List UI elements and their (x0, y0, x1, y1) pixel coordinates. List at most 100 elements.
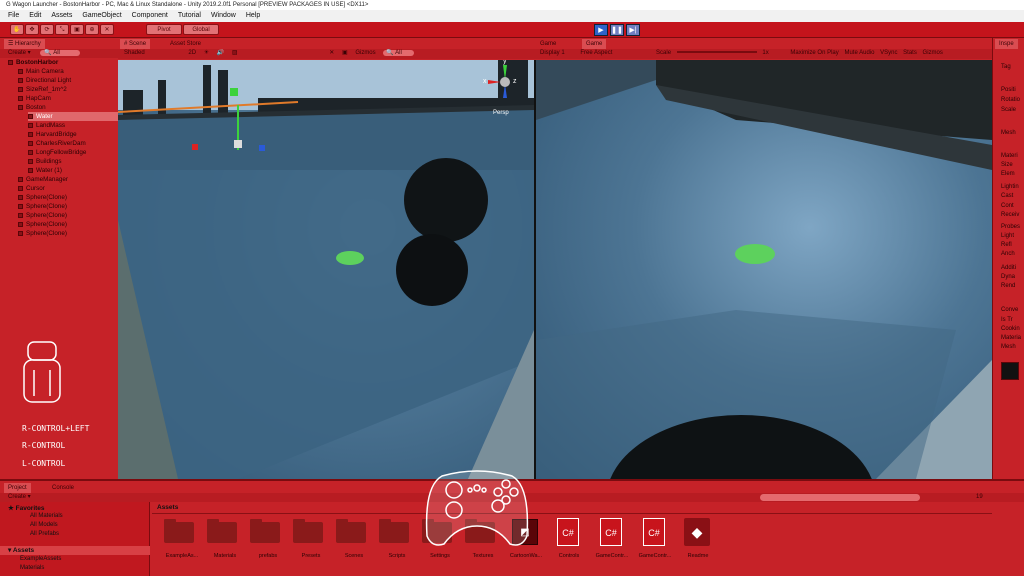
hierarchy-item[interactable]: Water (28, 112, 118, 121)
tools-icon[interactable]: ✕ (329, 50, 334, 56)
hierarchy-item[interactable]: Sphere(Clone) (18, 193, 67, 202)
aspect-dropdown[interactable]: Free Aspect (580, 50, 612, 56)
favorites-heading[interactable]: ★ Favorites (8, 504, 45, 512)
tab-inspector[interactable]: Inspe (995, 39, 1018, 49)
hierarchy-item[interactable]: LongFellowBridge (28, 148, 86, 157)
scene-target-marker[interactable] (336, 251, 364, 265)
persp-label[interactable]: Persp (493, 110, 509, 116)
hierarchy-item[interactable]: LandMass (28, 121, 65, 130)
sphere-object-lower[interactable] (396, 234, 468, 306)
rotate-tool-icon[interactable]: ⟳ (40, 24, 54, 35)
tab-game[interactable]: Game (582, 39, 607, 49)
hierarchy-item[interactable]: Buildings (28, 157, 62, 166)
effects-icon[interactable]: ▨ (232, 50, 238, 56)
hierarchy-item[interactable]: Sphere(Clone) (18, 229, 67, 238)
camera-icon[interactable]: ▣ (342, 50, 348, 56)
gizmo-z-handle[interactable] (259, 145, 265, 151)
asset-item[interactable]: Presets (291, 517, 331, 562)
asset-item[interactable]: C# GameContr... (592, 517, 632, 562)
hierarchy-create-button[interactable]: Create (8, 50, 26, 56)
hierarchy-item[interactable]: Water (1) (28, 166, 62, 175)
tree-example-assets[interactable]: ExampleAssets (20, 556, 61, 562)
gizmo-y-handle[interactable] (230, 88, 238, 96)
hierarchy-item[interactable]: BostonHarbor (8, 58, 58, 67)
custom-tool-icon[interactable]: ✕ (100, 24, 114, 35)
step-button[interactable]: ▶| (626, 24, 640, 36)
asset-item[interactable]: Materials (205, 517, 245, 562)
hierarchy-item[interactable]: HapCam (18, 94, 51, 103)
hierarchy-item[interactable]: GameManager (18, 175, 68, 184)
tab-asset-store[interactable]: Asset Store (166, 39, 205, 49)
asset-item[interactable]: C# Controls (549, 517, 589, 562)
asset-item[interactable]: Scripts (377, 517, 417, 562)
sphere-object-upper[interactable] (404, 158, 488, 242)
scene-orientation-gizmo[interactable]: y x z Persp (483, 60, 533, 118)
asset-item[interactable]: ExampleAs... (162, 517, 202, 562)
tree-materials[interactable]: Materials (20, 565, 44, 571)
hierarchy-item[interactable]: Sphere(Clone) (18, 220, 67, 229)
display-dropdown[interactable]: Display 1 (540, 50, 565, 56)
project-search-input[interactable] (760, 494, 920, 501)
menu-help[interactable]: Help (246, 10, 260, 22)
asset-item[interactable]: ◆ Readme (678, 517, 718, 562)
asset-item[interactable]: C# GameContr... (635, 517, 675, 562)
game-viewport[interactable] (536, 60, 992, 479)
rect-tool-icon[interactable]: ▣ (70, 24, 84, 35)
shading-dropdown[interactable]: Shaded (124, 50, 145, 56)
hierarchy-item[interactable]: CharlesRiverDam (28, 139, 86, 148)
project-create-button[interactable]: Create (8, 494, 26, 500)
fav-all-materials[interactable]: All Materials (30, 513, 63, 519)
asset-item[interactable]: Scenes (334, 517, 374, 562)
tab-project[interactable]: Project (4, 483, 31, 493)
tab-hierarchy[interactable]: ☰ Hierarchy (4, 39, 45, 49)
hierarchy-item[interactable]: Sphere(Clone) (18, 211, 67, 220)
material-preview[interactable] (1001, 362, 1019, 380)
tab-console[interactable]: Console (48, 483, 78, 493)
pivot-toggle[interactable]: Pivot (146, 24, 182, 35)
audio-icon[interactable]: 🔊 (217, 50, 224, 56)
fav-all-prefabs[interactable]: All Prefabs (30, 531, 59, 537)
transform-tool-icon[interactable]: ⊕ (85, 24, 99, 35)
hierarchy-item[interactable]: Boston (18, 103, 46, 112)
hierarchy-search-input[interactable]: 🔍 All (40, 50, 80, 56)
fav-all-models[interactable]: All Models (30, 522, 58, 528)
menu-window[interactable]: Window (211, 10, 236, 22)
scene-search-input[interactable]: 🔍 All (383, 50, 414, 56)
scene-gizmos-dropdown[interactable]: Gizmos (355, 50, 375, 56)
scale-slider[interactable] (676, 51, 757, 54)
maximize-on-play-toggle[interactable]: Maximize On Play (790, 50, 838, 56)
scene-viewport[interactable]: y x z Persp (118, 60, 534, 479)
tab-game-1[interactable]: Game (536, 39, 560, 49)
tab-scene[interactable]: # Scene (120, 39, 151, 49)
menu-edit[interactable]: Edit (29, 10, 41, 22)
scale-tool-icon[interactable]: ⤡ (55, 24, 69, 35)
tree-assets-root[interactable]: ▾ Assets (0, 546, 150, 555)
pause-button[interactable]: ❚❚ (610, 24, 624, 36)
lighting-icon[interactable]: ☀ (204, 50, 209, 56)
game-target-marker[interactable] (735, 244, 775, 264)
mode-2d-toggle[interactable]: 2D (188, 50, 196, 56)
menu-file[interactable]: File (8, 10, 19, 22)
hierarchy-item[interactable]: SizeRef_1m^2 (18, 85, 67, 94)
hierarchy-item[interactable]: Sphere(Clone) (18, 202, 67, 211)
asset-item[interactable]: prefabs (248, 517, 288, 562)
menu-tutorial[interactable]: Tutorial (178, 10, 201, 22)
global-toggle[interactable]: Global (183, 24, 219, 35)
hand-tool-icon[interactable]: ✋ (10, 24, 24, 35)
game-gizmos-dropdown[interactable]: Gizmos (923, 50, 943, 56)
gizmo-center[interactable] (234, 140, 242, 148)
vsync-toggle[interactable]: VSync (880, 50, 897, 56)
move-tool-icon[interactable]: ✥ (25, 24, 39, 35)
hierarchy-item[interactable]: Cursor (18, 184, 45, 193)
hierarchy-item[interactable]: Main Camera (18, 67, 64, 76)
menu-assets[interactable]: Assets (51, 10, 72, 22)
hierarchy-item[interactable]: Directional Light (18, 76, 71, 85)
play-button[interactable]: ▶ (594, 24, 608, 36)
project-breadcrumb[interactable]: Assets (157, 504, 178, 511)
gizmo-x-handle[interactable] (192, 144, 198, 150)
menu-component[interactable]: Component (132, 10, 168, 22)
hierarchy-item[interactable]: HarvardBridge (28, 130, 77, 139)
mute-audio-toggle[interactable]: Mute Audio (844, 50, 874, 56)
menu-gameobject[interactable]: GameObject (82, 10, 121, 22)
stats-toggle[interactable]: Stats (903, 50, 917, 56)
